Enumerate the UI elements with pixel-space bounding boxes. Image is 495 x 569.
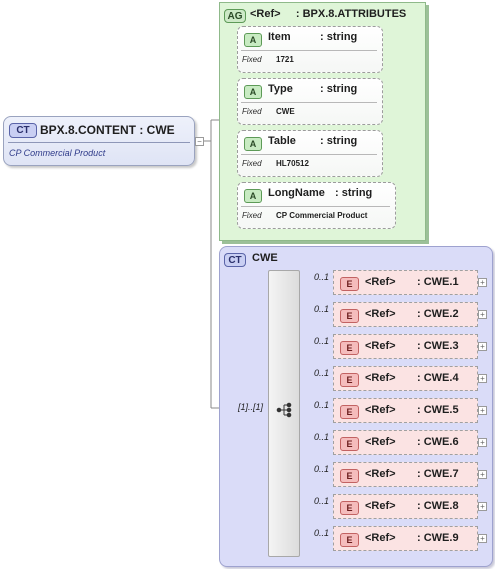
attribute-badge: A [244,85,262,99]
sequence-icon [276,402,292,418]
element-type: : CWE.1 [417,276,459,288]
plus-icon[interactable]: + [478,406,487,415]
element-cardinality: 0..1 [314,400,330,410]
element-badge: E [340,469,359,483]
element-ref-label: <Ref> [365,436,396,448]
element-ref-label: <Ref> [365,500,396,512]
element-ref-label: <Ref> [365,532,396,544]
fixed-label: Fixed [242,55,262,64]
divider [241,50,377,51]
divider [241,206,390,207]
element-ref[interactable]: E <Ref> : CWE.8 [333,494,478,519]
element-cardinality: 0..1 [314,272,330,282]
attribute-group-title: <Ref> : BPX.8.ATTRIBUTES [250,8,407,20]
element-ref-label: <Ref> [365,372,396,384]
element-badge: E [340,405,359,419]
attribute-type: : string [335,187,373,199]
attribute-type: : string [320,135,358,147]
element-cardinality: 0..1 [314,432,330,442]
plus-icon[interactable]: + [478,342,487,351]
complex-type-badge: CT [9,123,37,138]
element-cardinality: 0..1 [314,304,330,314]
element-ref-label: <Ref> [365,276,396,288]
element-type: : CWE.5 [417,404,459,416]
plus-icon[interactable]: + [478,310,487,319]
sequence-cardinality: [1]..[1] [238,402,264,412]
plus-icon[interactable]: + [478,534,487,543]
element-badge: E [340,277,359,291]
fixed-label: Fixed [242,211,262,220]
fixed-value: CWE [276,107,295,116]
fixed-label: Fixed [242,107,262,116]
attribute-item[interactable]: A Item : string Fixed 1721 [237,26,383,73]
element-cardinality: 0..1 [314,496,330,506]
element-cardinality: 0..1 [314,464,330,474]
divider [241,102,377,103]
element-cardinality: 0..1 [314,368,330,378]
attribute-badge: A [244,33,262,47]
attribute-name: Type [268,83,293,95]
element-ref[interactable]: E <Ref> : CWE.3 [333,334,478,359]
element-ref[interactable]: E <Ref> : CWE.1 [333,270,478,295]
element-cardinality: 0..1 [314,528,330,538]
element-type: : CWE.2 [417,308,459,320]
element-badge: E [340,341,359,355]
element-type: : CWE.6 [417,436,459,448]
complex-type-badge: CT [224,253,246,267]
attribute-badge: A [244,137,262,151]
root-documentation: CP Commercial Product [9,148,106,158]
attribute-name: Item [268,31,291,43]
element-cardinality: 0..1 [314,336,330,346]
attribute-group-badge: AG [224,9,246,23]
divider [8,142,190,143]
plus-icon[interactable]: + [478,278,487,287]
element-ref[interactable]: E <Ref> : CWE.6 [333,430,478,455]
element-badge: E [340,309,359,323]
plus-icon[interactable]: + [478,438,487,447]
attribute-type: : string [320,31,358,43]
attribute-longname[interactable]: A LongName : string Fixed CP Commercial … [237,182,396,229]
attribute-type[interactable]: A Type : string Fixed CWE [237,78,383,125]
attribute-name: Table [268,135,296,147]
element-badge: E [340,501,359,515]
attribute-table[interactable]: A Table : string Fixed HL70512 [237,130,383,177]
element-ref-label: <Ref> [365,340,396,352]
element-ref-label: <Ref> [365,404,396,416]
complex-type-title: CWE [252,252,278,264]
element-badge: E [340,437,359,451]
root-title: BPX.8.CONTENT : CWE [40,123,175,137]
fixed-value: 1721 [276,55,294,64]
sequence-compositor[interactable] [268,270,300,557]
element-badge: E [340,533,359,547]
fixed-value: CP Commercial Product [276,211,368,220]
root-complex-type[interactable]: CT BPX.8.CONTENT : CWE CP Commercial Pro… [3,116,195,166]
plus-icon[interactable]: + [478,502,487,511]
element-type: : CWE.8 [417,500,459,512]
fixed-value: HL70512 [276,159,309,168]
plus-icon[interactable]: + [478,470,487,479]
minus-icon[interactable]: − [195,137,204,146]
element-ref[interactable]: E <Ref> : CWE.9 [333,526,478,551]
element-ref[interactable]: E <Ref> : CWE.2 [333,302,478,327]
element-ref[interactable]: E <Ref> : CWE.7 [333,462,478,487]
element-type: : CWE.9 [417,532,459,544]
attribute-badge: A [244,189,262,203]
element-ref-label: <Ref> [365,468,396,480]
element-type: : CWE.4 [417,372,459,384]
element-type: : CWE.3 [417,340,459,352]
attribute-name: LongName [268,187,325,199]
fixed-label: Fixed [242,159,262,168]
element-ref-label: <Ref> [365,308,396,320]
divider [241,154,377,155]
element-badge: E [340,373,359,387]
attribute-type-value: : string [320,83,358,95]
element-ref[interactable]: E <Ref> : CWE.5 [333,398,478,423]
element-ref[interactable]: E <Ref> : CWE.4 [333,366,478,391]
plus-icon[interactable]: + [478,374,487,383]
element-type: : CWE.7 [417,468,459,480]
